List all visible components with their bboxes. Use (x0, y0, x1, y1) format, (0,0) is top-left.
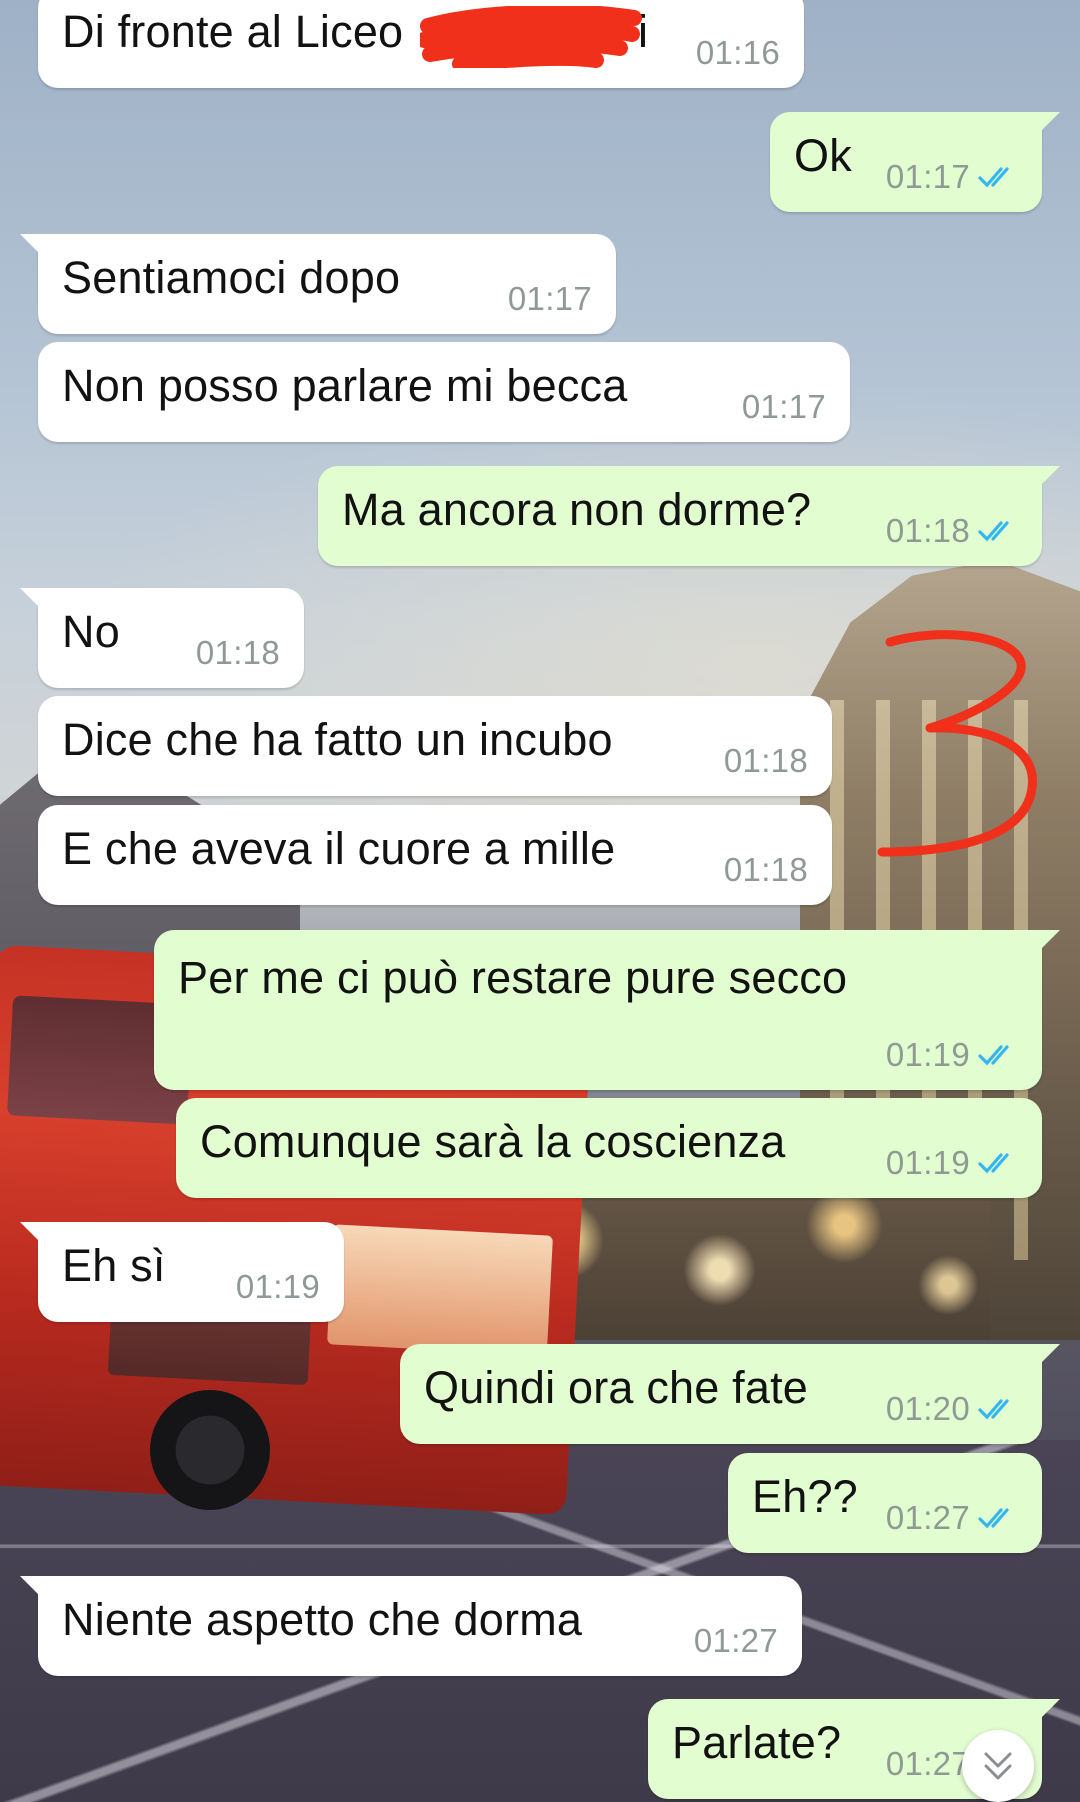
message-time: 01:16 (695, 34, 780, 71)
outgoing-message[interactable]: Eh?? 01:27 (728, 1453, 1042, 1553)
message-text: Ok (794, 129, 852, 181)
message-text: Eh?? (752, 1470, 858, 1522)
message-time: 01:18 (723, 851, 808, 888)
double-check-icon (978, 521, 1009, 542)
outgoing-message[interactable]: Ma ancora non dorme? 01:18 (318, 466, 1060, 566)
incoming-message[interactable]: Dice che ha fatto un incubo 01:18 (38, 696, 832, 796)
outgoing-message[interactable]: Comunque sarà la coscienza 01:19 (176, 1098, 1042, 1198)
message-text: Niente aspetto che dorma (62, 1593, 583, 1645)
outgoing-message[interactable]: Ok 01:17 (770, 112, 1060, 212)
message-text: Comunque sarà la coscienza (200, 1115, 786, 1167)
message-time: 01:19 (235, 1268, 320, 1305)
redaction-scribble (420, 6, 642, 68)
message-time: 01:20 (885, 1390, 970, 1427)
handwritten-three-mark (877, 630, 1037, 857)
message-time: 01:18 (885, 512, 970, 549)
message-time: 01:17 (741, 388, 826, 425)
message-text: Ma ancora non dorme? (342, 483, 812, 535)
message-text: Parlate? (672, 1716, 842, 1768)
message-time: 01:17 (885, 158, 970, 195)
message-text: Di fronte al Liceo (62, 5, 404, 57)
message-time: 01:27 (885, 1499, 970, 1536)
double-check-icon (978, 167, 1009, 188)
message-time: 01:18 (195, 634, 280, 671)
message-text: E che aveva il cuore a mille (62, 822, 616, 874)
outgoing-message[interactable]: Per me ci può restare pure secco 01:19 (154, 930, 1060, 1090)
outgoing-message[interactable]: Quindi ora che fate 01:20 (400, 1344, 1060, 1444)
message-text: Per me ci può restare pure secco (178, 952, 848, 1003)
message-text: Quindi ora che fate (424, 1361, 809, 1413)
incoming-message[interactable]: No 01:18 (20, 588, 304, 688)
message-time: 01:17 (507, 280, 592, 317)
double-check-icon (978, 1508, 1009, 1529)
double-check-icon (978, 1399, 1009, 1420)
message-time: 01:27 (885, 1745, 970, 1782)
message-list[interactable]: Di fronte al Liceo i 01:16 Ok 01:17 Sent… (0, 0, 1080, 1802)
double-check-icon (978, 1153, 1009, 1174)
message-text: Sentiamoci dopo (62, 251, 401, 303)
message-time: 01:19 (885, 1144, 970, 1181)
message-time: 01:19 (885, 1036, 970, 1073)
message-time: 01:18 (723, 742, 808, 779)
message-text: Non posso parlare mi becca (62, 359, 628, 411)
incoming-message[interactable]: Sentiamoci dopo 01:17 (20, 234, 616, 334)
incoming-message[interactable]: E che aveva il cuore a mille 01:18 (38, 805, 832, 905)
message-text: Eh sì (62, 1239, 166, 1291)
chevron-double-down-icon (984, 1752, 1012, 1780)
incoming-message[interactable]: Non posso parlare mi becca 01:17 (38, 342, 850, 442)
incoming-message[interactable]: Eh sì 01:19 (20, 1222, 344, 1322)
message-text: Dice che ha fatto un incubo (62, 713, 613, 765)
scroll-to-bottom-button[interactable] (962, 1730, 1034, 1802)
message-time: 01:27 (693, 1622, 778, 1659)
incoming-message[interactable]: Niente aspetto che dorma 01:27 (20, 1576, 802, 1676)
message-text: No (62, 605, 120, 657)
double-check-icon (978, 1045, 1009, 1066)
